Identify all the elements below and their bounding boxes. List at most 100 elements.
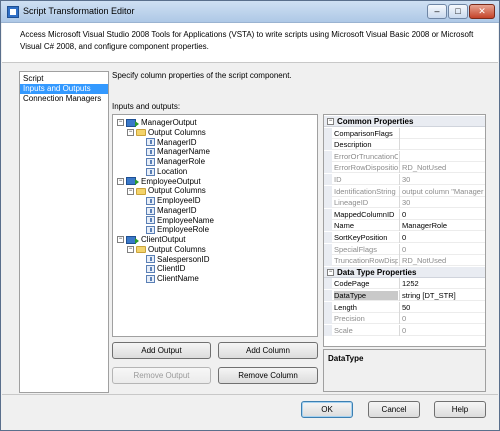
collapse-toggle-icon[interactable]: − (327, 268, 334, 276)
property-row[interactable]: Length 50 (324, 301, 485, 313)
tree-node-label: ClientName (157, 274, 199, 283)
cancel-button[interactable]: Cancel (368, 401, 420, 418)
tree-node-label: EmployeeID (157, 196, 201, 205)
ok-button[interactable]: OK (301, 401, 353, 418)
property-value[interactable]: 1252 (402, 279, 484, 288)
property-row[interactable]: SpecialFlags 0 (324, 243, 485, 255)
add-output-button[interactable]: Add Output (112, 342, 211, 359)
property-row[interactable]: CodePage 1252 (324, 278, 485, 290)
property-divider (399, 185, 400, 197)
collapse-toggle-icon[interactable]: − (117, 236, 124, 244)
collapse-toggle-icon[interactable]: − (117, 177, 124, 185)
collapse-toggle-icon[interactable]: − (127, 129, 134, 137)
property-name: ID (334, 175, 342, 184)
common-properties-category[interactable]: − Common Properties (324, 116, 485, 127)
tree-column-node[interactable]: SalespersonID (137, 255, 209, 265)
tree-column-node[interactable]: EmployeeID (137, 196, 201, 206)
property-name: Precision (334, 314, 365, 324)
page-prompt: Specify column properties of the script … (112, 71, 292, 80)
property-value: 30 (402, 175, 411, 184)
property-value[interactable]: 50 (402, 303, 484, 312)
inputs-outputs-tree[interactable]: − ManagerOutput − Output Columns ManagerID Ma… (112, 114, 318, 337)
tree-output-node[interactable]: − EmployeeOutput (117, 177, 201, 187)
property-divider (399, 197, 400, 209)
property-row[interactable]: IdentificationString output column "Manag… (324, 185, 485, 197)
property-value: output column "ManagerR (402, 186, 484, 196)
property-row[interactable]: TruncationRowDispo RD_NotUsed (324, 255, 485, 267)
tree-column-node[interactable]: ManagerID (137, 206, 197, 216)
remove-column-button[interactable]: Remove Column (218, 367, 318, 384)
property-row[interactable]: ErrorRowDisposition RD_NotUsed (324, 162, 485, 174)
remove-output-button[interactable]: Remove Output (112, 367, 211, 384)
property-row[interactable]: Name ManagerRole (324, 220, 485, 232)
property-row-gutter (324, 127, 332, 139)
property-row[interactable]: Precision 0 (324, 313, 485, 325)
property-category-label: Data Type Properties (337, 267, 417, 277)
property-row-gutter (324, 139, 332, 151)
property-row[interactable]: Scale 0 (324, 324, 485, 336)
property-name: MappedColumnID (334, 209, 395, 219)
property-value[interactable]: 0 (402, 210, 484, 219)
property-row-gutter (324, 220, 332, 232)
property-row-gutter (324, 197, 332, 209)
collapse-toggle-icon[interactable]: − (117, 119, 124, 127)
close-button[interactable]: ✕ (469, 4, 495, 19)
property-row-gutter (324, 150, 332, 162)
tree-node-label: Output Columns (148, 244, 206, 254)
column-icon (146, 167, 155, 176)
property-name: TruncationRowDispo (334, 256, 398, 266)
column-icon (146, 265, 155, 274)
property-row[interactable]: DataType string [DT_STR] (324, 290, 485, 301)
tree-node-label: ClientID (157, 264, 186, 274)
property-row[interactable]: LineageID 30 (324, 197, 485, 209)
maximize-button[interactable]: □ (448, 4, 468, 19)
tree-node-label: ManagerName (157, 147, 210, 157)
tree-node-label: Output Columns (148, 127, 206, 137)
tree-column-node[interactable]: ManagerName (137, 147, 210, 157)
tree-output-columns-folder[interactable]: − Output Columns (127, 186, 206, 196)
property-row[interactable]: MappedColumnID 0 (324, 208, 485, 220)
collapse-toggle-icon[interactable]: − (327, 118, 334, 125)
property-row-gutter (324, 313, 332, 325)
title-bar[interactable]: Script Transformation Editor – □ ✕ (1, 1, 499, 23)
property-name: IdentificationString (334, 186, 396, 196)
tree-column-node[interactable]: ManagerID (137, 138, 197, 148)
tree-output-columns-folder[interactable]: − Output Columns (127, 245, 206, 255)
property-value[interactable]: 0 (402, 233, 484, 242)
collapse-toggle-icon[interactable]: − (127, 187, 134, 195)
tree-column-node[interactable]: EmployeeName (137, 216, 214, 226)
tree-output-node[interactable]: − ClientOutput (117, 235, 185, 245)
tree-output-columns-folder[interactable]: − Output Columns (127, 128, 206, 138)
property-row[interactable]: SortKeyPosition 0 (324, 232, 485, 243)
add-column-button[interactable]: Add Column (218, 342, 318, 359)
tree-node-label: ClientOutput (141, 235, 186, 244)
tree-column-node[interactable]: ManagerRole (137, 157, 205, 167)
nav-item-script[interactable]: Script (20, 74, 108, 84)
property-row[interactable]: Description (324, 139, 485, 151)
property-row-gutter (324, 174, 332, 185)
tree-column-node[interactable]: EmployeeRole (137, 225, 209, 235)
minimize-button[interactable]: – (427, 4, 447, 19)
collapse-toggle-icon[interactable]: − (127, 246, 134, 254)
page-navigation-list[interactable]: Script Inputs and Outputs Connection Manag… (19, 71, 109, 393)
folder-icon (136, 246, 146, 254)
tree-column-node[interactable]: ClientID (137, 264, 185, 274)
property-grid[interactable]: − Common Properties ComparisonFlags Descrip… (323, 114, 486, 347)
nav-item-inputs-and-outputs[interactable]: Inputs and Outputs (20, 84, 108, 94)
property-row-gutter (324, 301, 332, 313)
property-value[interactable]: ManagerRole (402, 221, 484, 230)
help-button[interactable]: Help (434, 401, 486, 418)
tree-column-node[interactable]: Location (137, 167, 187, 177)
tree-output-node[interactable]: − ManagerOutput (117, 118, 197, 128)
property-value: 0 (402, 244, 407, 254)
property-row[interactable]: ComparisonFlags (324, 127, 485, 139)
tree-column-node[interactable]: ClientName (137, 274, 199, 284)
data-type-properties-category[interactable]: − Data Type Properties (324, 266, 485, 278)
footer-divider (2, 394, 498, 395)
property-divider (399, 301, 400, 313)
property-row[interactable]: ID 30 (324, 174, 485, 185)
nav-item-connection-managers[interactable]: Connection Managers (20, 94, 108, 104)
property-value[interactable]: string [DT_STR] (402, 291, 484, 300)
property-divider (399, 220, 400, 232)
property-row[interactable]: ErrorOrTruncationO (324, 150, 485, 162)
